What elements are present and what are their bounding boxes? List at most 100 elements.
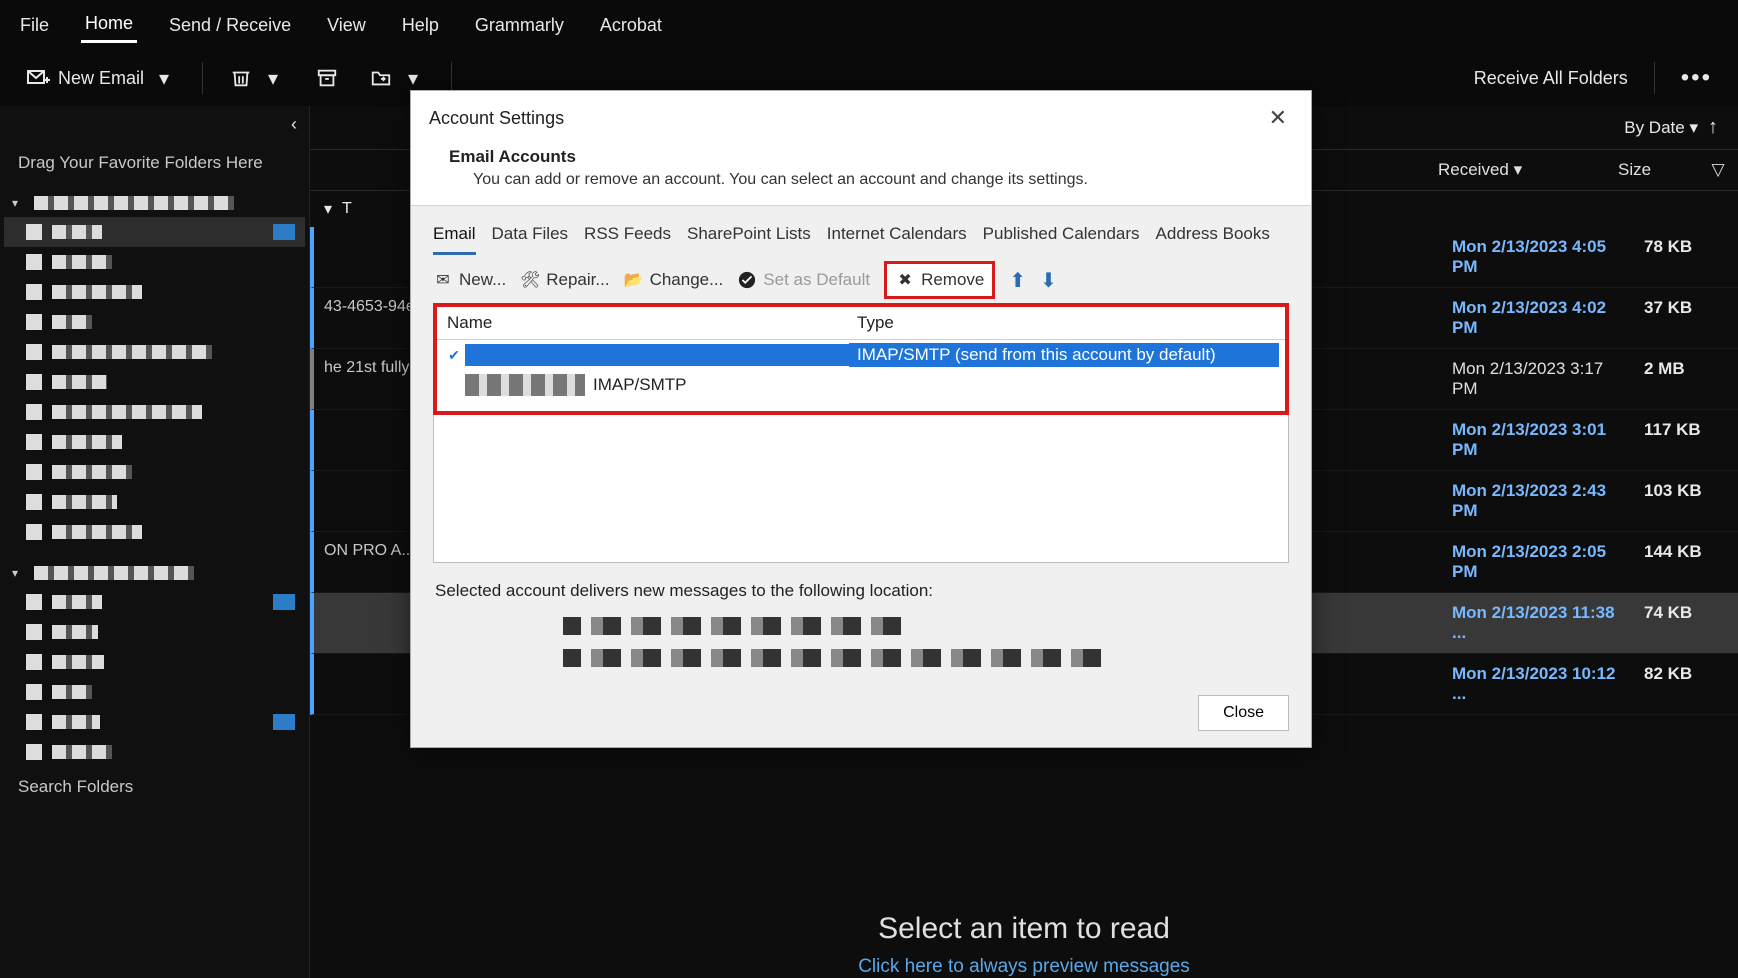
folder-icon [26, 404, 42, 420]
tab-rss-feeds[interactable]: RSS Feeds [584, 224, 671, 255]
account-listbox[interactable]: Name Type ✔IMAP/SMTP (send from this acc… [433, 303, 1289, 415]
tab-address-books[interactable]: Address Books [1156, 224, 1270, 255]
account-toolbar: ✉ New... 🛠 Repair... 📂 Change... Set as … [433, 267, 1289, 293]
account-type: IMAP/SMTP [585, 373, 1279, 397]
folder-item[interactable] [4, 367, 305, 397]
filter-button[interactable]: ▽ [1698, 150, 1738, 190]
message-date: Mon 2/13/2023 4:02 PM [1452, 298, 1632, 338]
unread-badge [273, 714, 295, 730]
folder-item[interactable] [4, 487, 305, 517]
repair-account-button[interactable]: 🛠 Repair... [520, 270, 609, 290]
column-size[interactable]: Size [1606, 150, 1698, 190]
account-row[interactable]: IMAP/SMTP [437, 370, 1285, 400]
folder-item[interactable] [4, 617, 305, 647]
menu-send-receive[interactable]: Send / Receive [165, 9, 295, 42]
folder-sidebar: ‹ Drag Your Favorite Folders Here ▾ [0, 106, 310, 978]
new-account-button[interactable]: ✉ New... [433, 270, 506, 290]
folder-icon [26, 344, 42, 360]
folder-item[interactable] [4, 517, 305, 547]
tab-published-calendars[interactable]: Published Calendars [983, 224, 1140, 255]
chevron-down-icon: ▾ [324, 199, 332, 219]
dialog-close-button[interactable]: ✕ [1263, 103, 1293, 133]
ellipsis-icon: ••• [1681, 64, 1712, 92]
redacted-text [563, 649, 1103, 667]
folder-item[interactable] [4, 647, 305, 677]
move-up-button[interactable]: ⬆ [1009, 268, 1026, 293]
menu-file[interactable]: File [16, 9, 53, 42]
overflow-button[interactable]: ••• [1673, 58, 1720, 98]
folder-item[interactable] [4, 217, 305, 247]
folder-item[interactable] [4, 457, 305, 487]
tab-sharepoint-lists[interactable]: SharePoint Lists [687, 224, 811, 255]
folder-label [52, 285, 142, 299]
chevron-down-icon[interactable]: ▾ [261, 66, 285, 90]
folder-item[interactable] [4, 737, 305, 767]
account-root[interactable]: ▾ [4, 559, 305, 587]
message-size: 74 KB [1644, 603, 1726, 643]
folder-item[interactable] [4, 277, 305, 307]
set-default-button: Set as Default [737, 270, 870, 290]
search-folders[interactable]: Search Folders [0, 767, 309, 807]
menu-help[interactable]: Help [398, 9, 443, 42]
change-account-button[interactable]: 📂 Change... [624, 270, 724, 290]
folder-item[interactable] [4, 337, 305, 367]
account-listbox-empty-area[interactable] [433, 415, 1289, 563]
tab-email[interactable]: Email [433, 224, 476, 255]
move-down-button[interactable]: ⬇ [1040, 268, 1057, 293]
message-date: Mon 2/13/2023 4:05 PM [1452, 237, 1632, 277]
column-name[interactable]: Name [437, 307, 847, 339]
chevron-down-icon[interactable]: ▾ [401, 66, 425, 90]
message-date: Mon 2/13/2023 3:17 PM [1452, 359, 1632, 399]
message-size: 144 KB [1644, 542, 1726, 582]
message-size: 103 KB [1644, 481, 1726, 521]
separator [202, 62, 203, 94]
expand-icon: ▾ [12, 196, 24, 210]
remove-icon: ✖ [895, 270, 915, 290]
account-name [465, 374, 585, 396]
collapse-sidebar-button[interactable]: ‹ [0, 106, 309, 143]
menu-view[interactable]: View [323, 9, 370, 42]
column-type[interactable]: Type [847, 307, 1285, 339]
message-size: 37 KB [1644, 298, 1726, 338]
delete-button[interactable]: ▾ [221, 60, 293, 96]
tab-internet-calendars[interactable]: Internet Calendars [827, 224, 967, 255]
folder-icon [26, 224, 42, 240]
folder-item[interactable] [4, 707, 305, 737]
folder-icon [26, 314, 42, 330]
folder-item[interactable] [4, 427, 305, 457]
always-preview-link[interactable]: Click here to always preview messages [310, 956, 1738, 978]
folder-label [52, 745, 112, 759]
account-name [465, 344, 849, 366]
folder-item[interactable] [4, 397, 305, 427]
new-mail-icon: ✉ [433, 270, 453, 290]
folder-label [52, 715, 100, 729]
folder-item[interactable] [4, 677, 305, 707]
remove-account-button[interactable]: ✖ Remove [884, 261, 995, 299]
menu-bar: File Home Send / Receive View Help Gramm… [0, 0, 1738, 50]
archive-button[interactable] [307, 60, 347, 96]
folder-label [52, 375, 107, 389]
chevron-down-icon[interactable]: ▾ [152, 66, 176, 90]
account-row[interactable]: ✔IMAP/SMTP (send from this account by de… [437, 340, 1285, 370]
column-received[interactable]: Received ▾ [1426, 150, 1606, 190]
account-root[interactable]: ▾ [4, 189, 305, 217]
folder-label [52, 345, 212, 359]
menu-home[interactable]: Home [81, 7, 137, 43]
sort-by-button[interactable]: By Date ▾ [1624, 118, 1698, 138]
sort-direction-button[interactable]: ↑ [1708, 116, 1718, 139]
separator [1654, 62, 1655, 94]
delivery-location-value [433, 617, 1289, 667]
tab-data-files[interactable]: Data Files [492, 224, 569, 255]
close-button[interactable]: Close [1198, 695, 1289, 731]
folder-item[interactable] [4, 587, 305, 617]
menu-grammarly[interactable]: Grammarly [471, 9, 568, 42]
folder-icon [26, 714, 42, 730]
arrow-down-icon: ⬇ [1040, 270, 1057, 292]
menu-acrobat[interactable]: Acrobat [596, 9, 666, 42]
new-email-button[interactable]: New Email ▾ [18, 60, 184, 96]
folder-icon [26, 594, 42, 610]
arrow-up-icon: ⬆ [1009, 270, 1026, 292]
folder-item[interactable] [4, 247, 305, 277]
folder-item[interactable] [4, 307, 305, 337]
send-receive-all-button[interactable]: Receive All Folders [1466, 62, 1636, 95]
